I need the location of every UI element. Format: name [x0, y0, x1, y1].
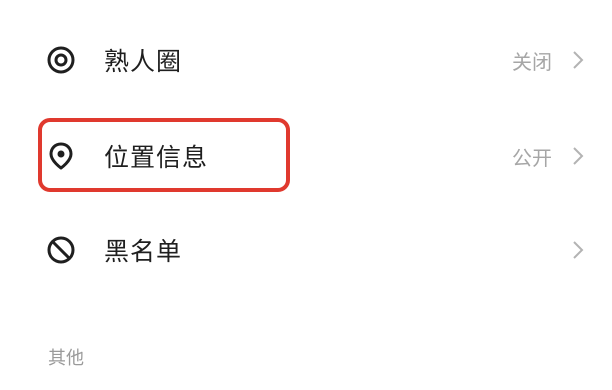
row-label: 熟人圈 — [104, 47, 183, 76]
chevron-right-icon — [568, 46, 588, 74]
target-icon — [45, 44, 77, 76]
section-header-other: 其他 — [48, 348, 84, 369]
chevron-right-icon — [568, 236, 588, 264]
row-value: 关闭 — [512, 49, 552, 74]
row-blacklist[interactable]: 黑名单 — [0, 210, 612, 290]
privacy-settings-page: 熟人圈 关闭 位置信息 公开 黑名单 其他 — [0, 0, 612, 390]
row-value: 公开 — [512, 145, 552, 170]
chevron-right-icon — [568, 142, 588, 170]
block-icon — [45, 234, 77, 266]
row-label: 黑名单 — [104, 237, 183, 266]
row-acquaintance-circle[interactable]: 熟人圈 关闭 — [0, 20, 612, 100]
highlight-box — [38, 118, 290, 192]
